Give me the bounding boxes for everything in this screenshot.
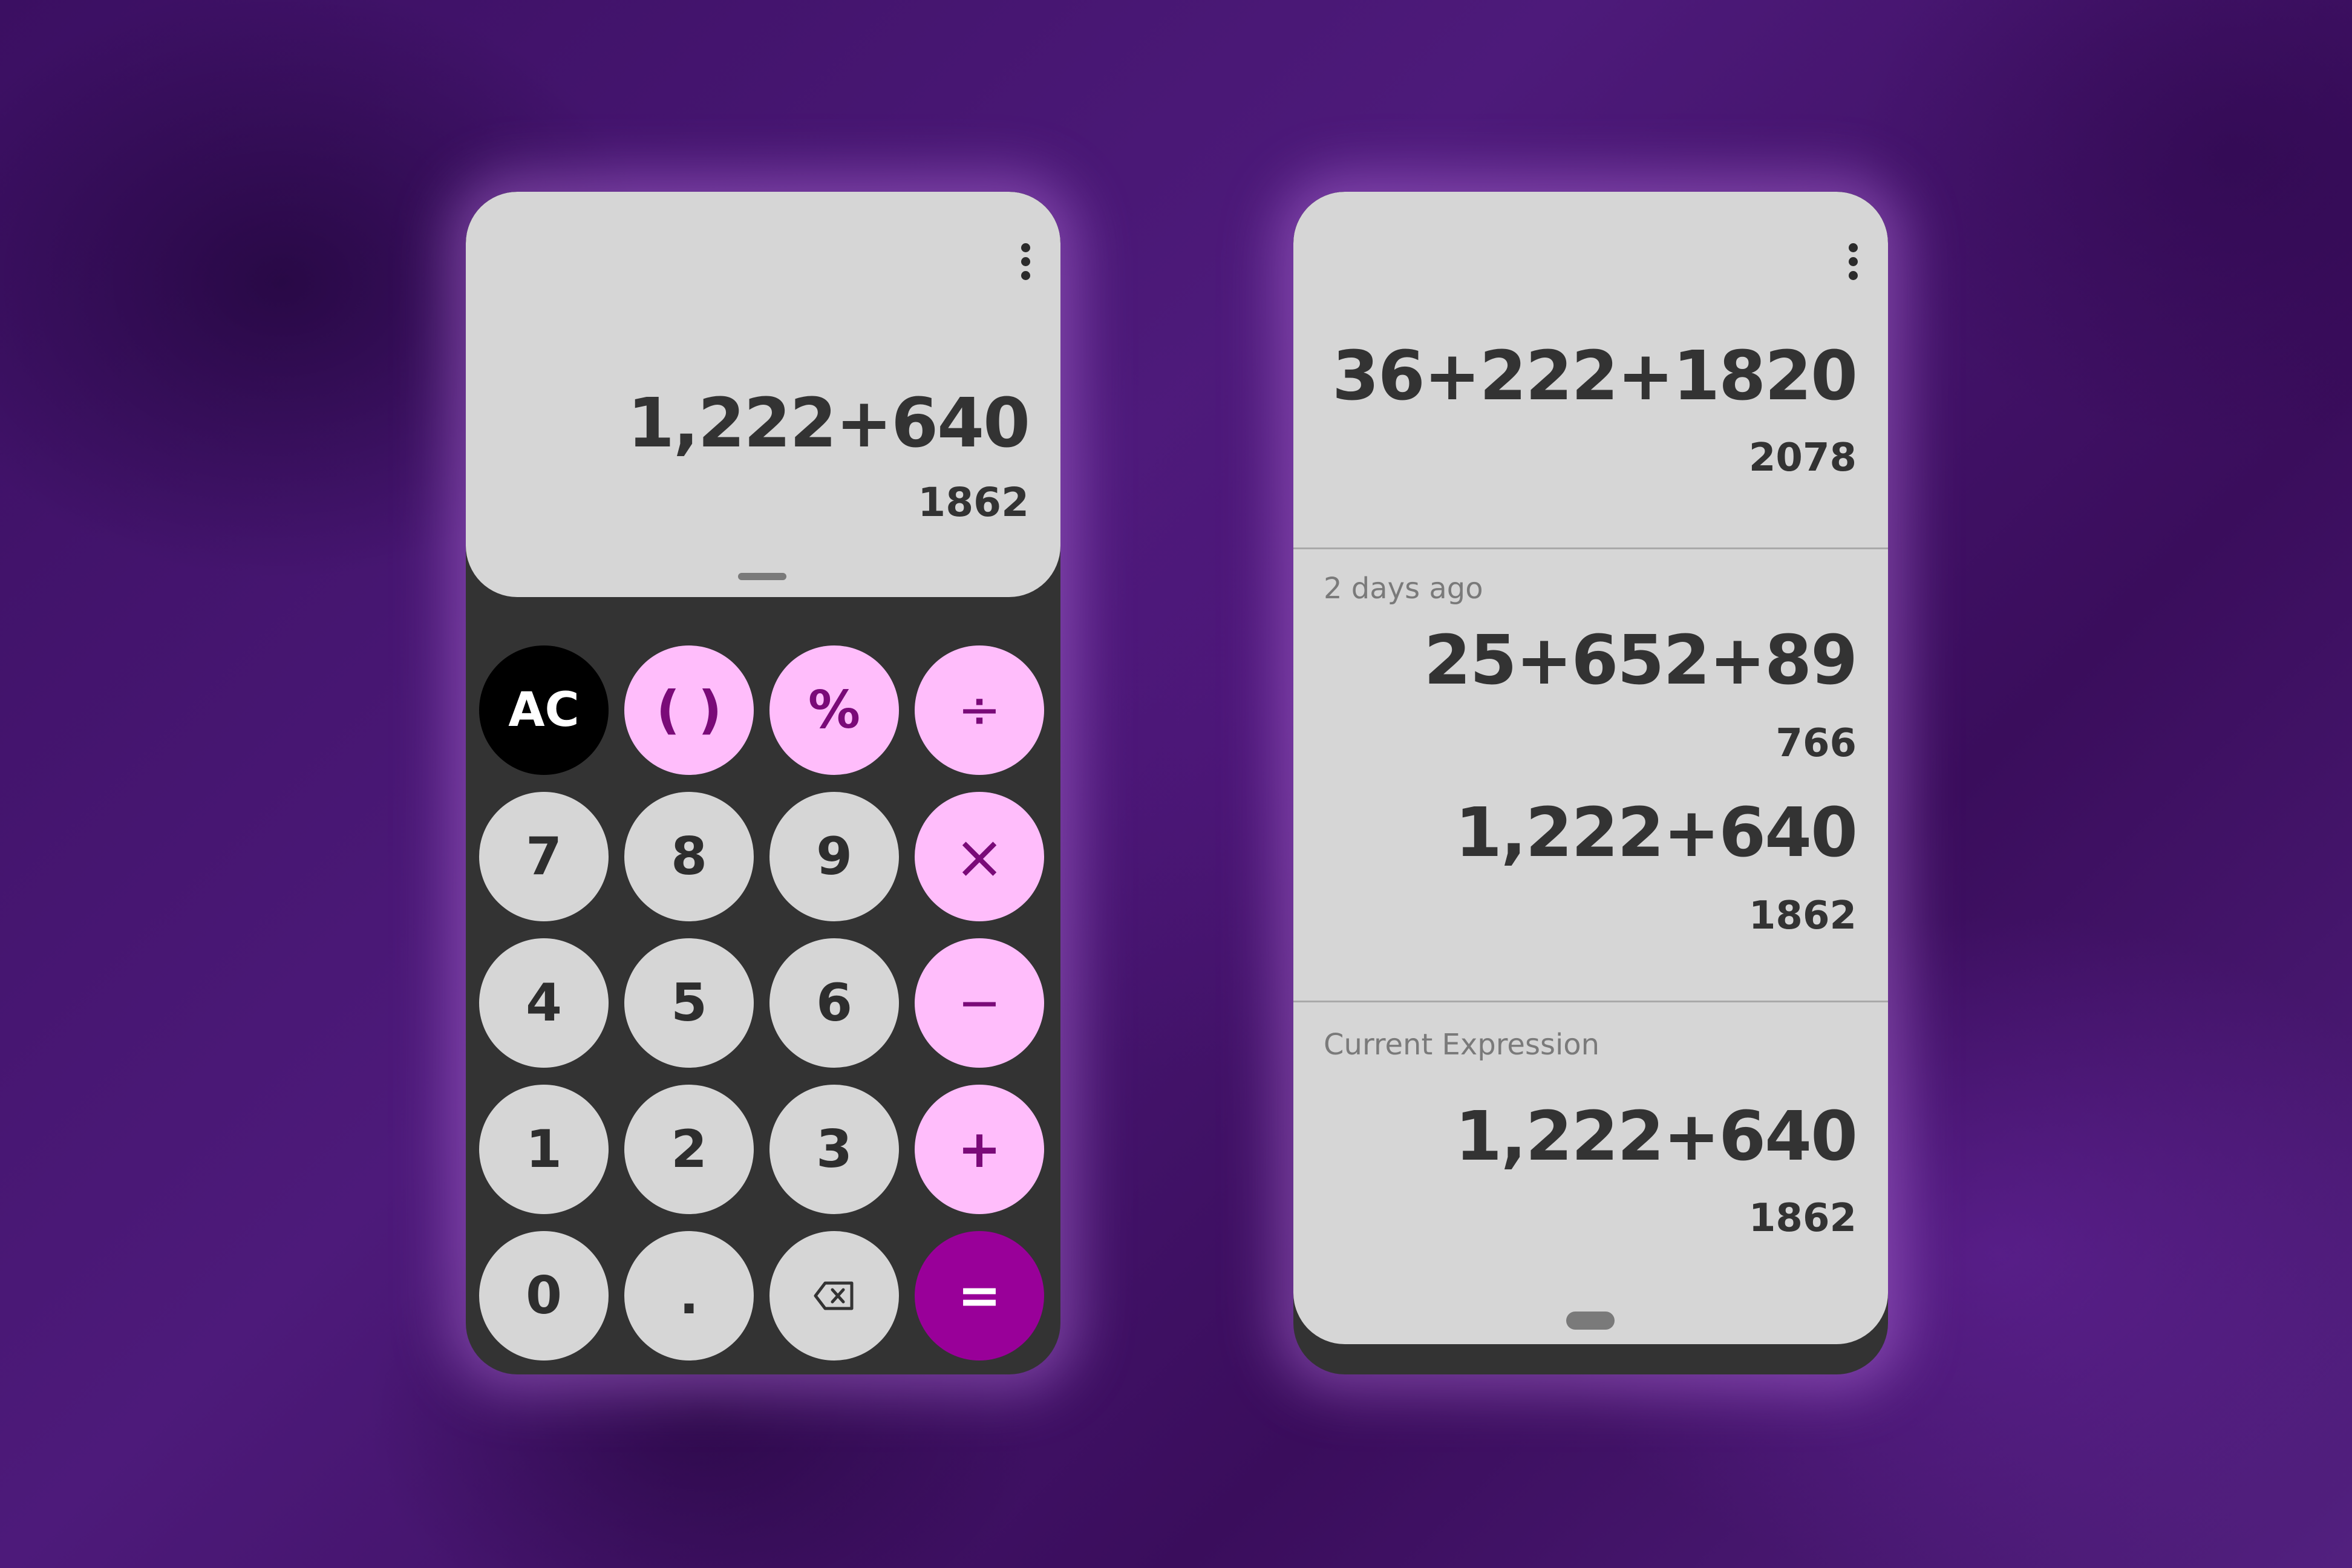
key-label: 0: [526, 1266, 562, 1326]
key-label: 9: [816, 826, 852, 887]
calculator-display: 1,222+640 1862: [466, 192, 1060, 597]
digit-0-button[interactable]: 0: [479, 1231, 609, 1361]
digit-1-button[interactable]: 1: [479, 1085, 609, 1214]
history-panel: 36+222+1820 2078 2 days ago 25+652+89 76…: [1293, 192, 1888, 1344]
result-preview: 1862: [918, 479, 1029, 526]
percent-button[interactable]: %: [769, 645, 899, 775]
key-label: 8: [671, 826, 707, 887]
divider: [1293, 547, 1888, 549]
digit-6-button[interactable]: 6: [769, 938, 899, 1068]
more-options-icon[interactable]: [1019, 243, 1031, 283]
multiply-button[interactable]: ×: [915, 792, 1044, 921]
expression-display: 1,222+640: [627, 384, 1030, 463]
digit-9-button[interactable]: 9: [769, 792, 899, 921]
key-label: ( ): [656, 680, 722, 740]
history-result[interactable]: 1862: [1749, 893, 1857, 938]
key-label: .: [679, 1266, 699, 1326]
history-expression[interactable]: 36+222+1820: [1332, 337, 1858, 416]
key-label: 5: [671, 973, 707, 1033]
key-label: 1: [526, 1119, 562, 1180]
history-close-handle[interactable]: [1566, 1312, 1615, 1330]
multiply-icon: ×: [954, 821, 1005, 892]
key-label: %: [808, 680, 861, 740]
digit-5-button[interactable]: 5: [624, 938, 754, 1068]
current-expression-label: Current Expression: [1324, 1028, 1600, 1062]
key-label: 7: [526, 826, 562, 887]
digit-2-button[interactable]: 2: [624, 1085, 754, 1214]
key-label: 4: [526, 973, 562, 1033]
history-drag-handle[interactable]: [738, 573, 786, 580]
key-label: ÷: [957, 680, 1002, 740]
key-label: 6: [816, 973, 852, 1033]
history-expression[interactable]: 25+652+89: [1424, 621, 1858, 700]
subtract-button[interactable]: −: [915, 938, 1044, 1068]
key-label: =: [957, 1266, 1002, 1326]
clear-button[interactable]: AC: [479, 645, 609, 775]
history-result[interactable]: 766: [1775, 721, 1857, 766]
calculator-screen: 1,222+640 1862 AC ( )% ÷ 7 8 9 × 4 5 6 − 1 2 3 +0. =: [466, 192, 1060, 1374]
history-result[interactable]: 2078: [1749, 436, 1857, 480]
backspace-button[interactable]: [769, 1231, 899, 1361]
key-label: −: [957, 973, 1002, 1033]
backspace-icon: [814, 1281, 854, 1310]
key-label: +: [957, 1119, 1002, 1180]
divider: [1293, 1001, 1888, 1002]
current-result: 1862: [1748, 1196, 1857, 1241]
add-button[interactable]: +: [915, 1085, 1044, 1214]
keypad: AC ( )% ÷ 7 8 9 × 4 5 6 − 1 2 3 +0. =: [479, 645, 1048, 1361]
key-label: 2: [671, 1119, 707, 1180]
decimal-button[interactable]: .: [624, 1231, 754, 1361]
digit-8-button[interactable]: 8: [624, 792, 754, 921]
equals-button[interactable]: =: [915, 1231, 1044, 1361]
parentheses-button[interactable]: ( ): [624, 645, 754, 775]
history-date-label: 2 days ago: [1324, 572, 1483, 606]
key-label: 3: [816, 1119, 852, 1180]
divide-button[interactable]: ÷: [915, 645, 1044, 775]
digit-7-button[interactable]: 7: [479, 792, 609, 921]
key-label: AC: [508, 683, 580, 737]
history-expression[interactable]: 1,222+640: [1455, 794, 1858, 872]
current-expression: 1,222+640: [1455, 1097, 1858, 1176]
history-screen: 36+222+1820 2078 2 days ago 25+652+89 76…: [1293, 192, 1888, 1374]
digit-4-button[interactable]: 4: [479, 938, 609, 1068]
more-options-icon[interactable]: [1847, 243, 1859, 283]
digit-3-button[interactable]: 3: [769, 1085, 899, 1214]
